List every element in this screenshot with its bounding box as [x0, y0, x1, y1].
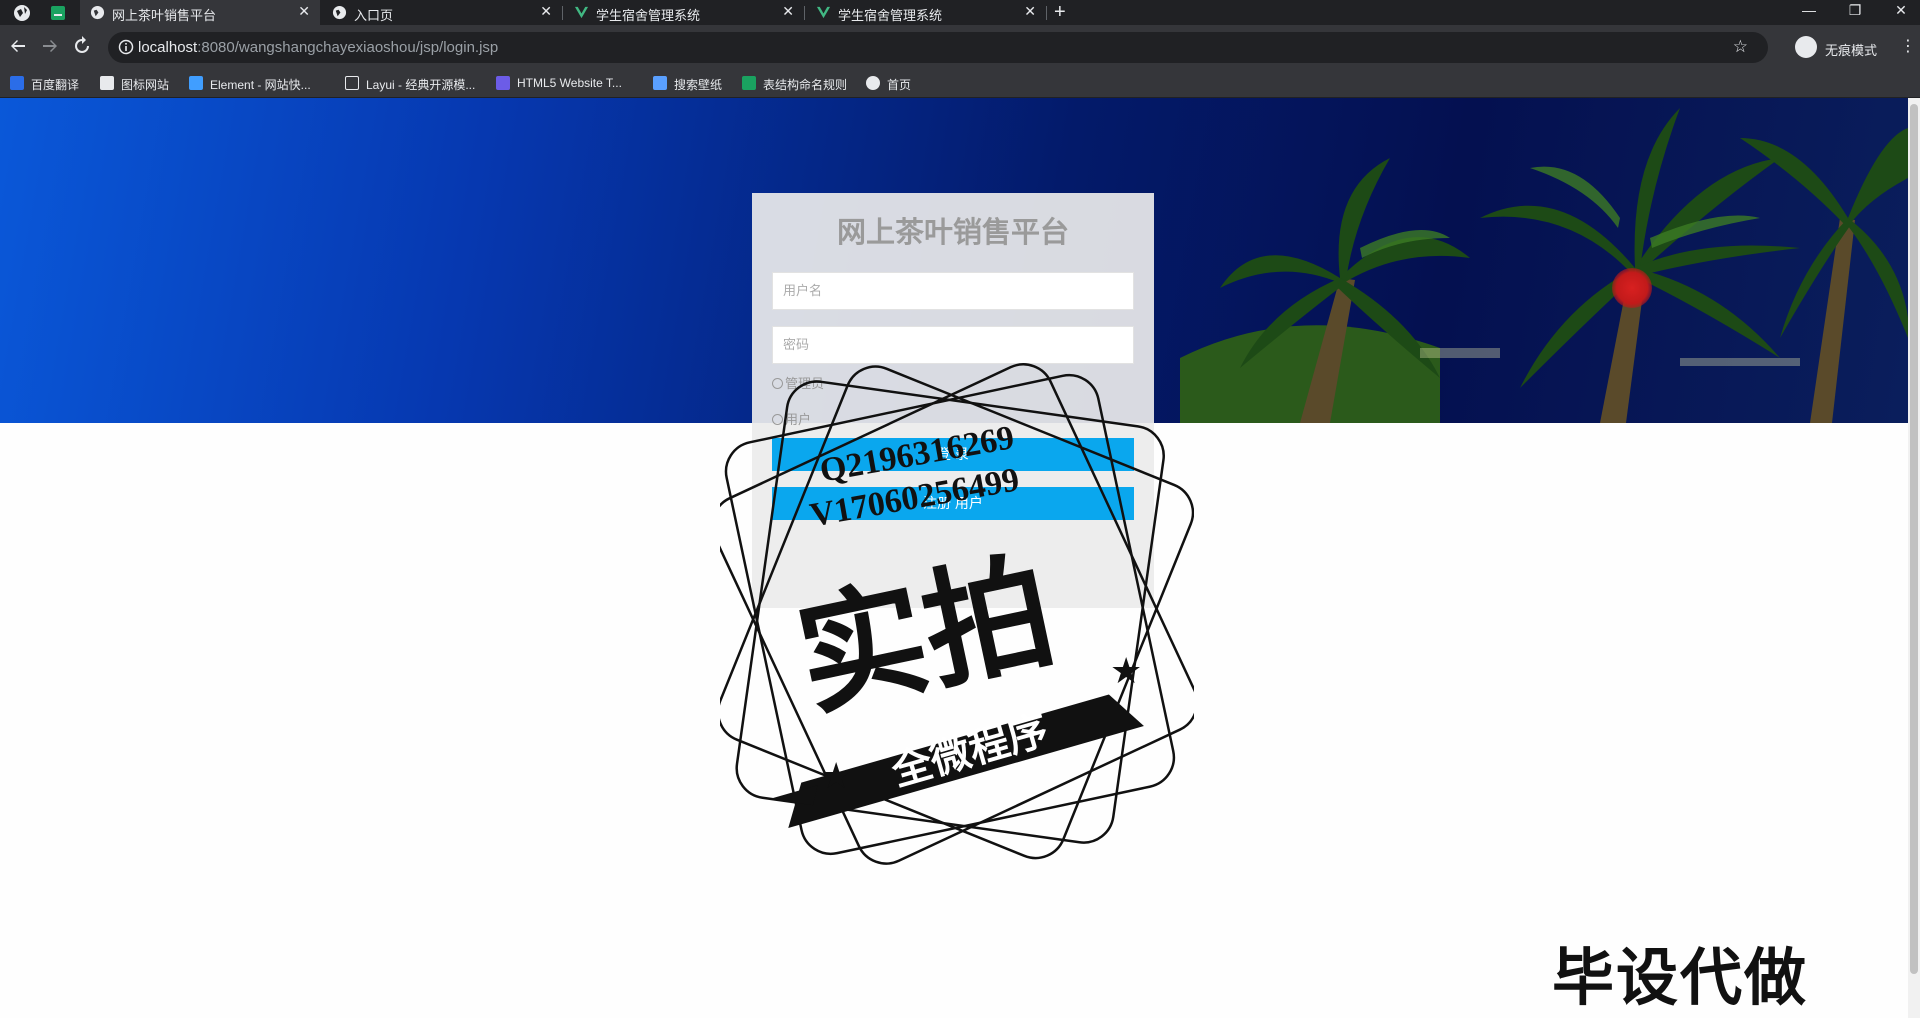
url-text: localhost:8080/wangshangchayexiaoshou/js…	[138, 39, 498, 56]
tab-label: 入口页	[354, 8, 394, 23]
tab-entry-page[interactable]: 入口页 ✕	[322, 0, 563, 25]
mouse-cursor-highlight	[1612, 268, 1652, 308]
tab-label: 学生宿舍管理系统	[838, 8, 943, 23]
incognito-icon	[1795, 36, 1817, 58]
restore-icon[interactable]: ❐	[1832, 0, 1878, 25]
forward-arrow-icon[interactable]	[39, 35, 61, 57]
new-tab-button[interactable]: +	[1054, 0, 1066, 24]
info-icon[interactable]	[118, 39, 134, 55]
globe-icon[interactable]	[12, 3, 32, 23]
watermark-big-text: 实拍	[785, 536, 1066, 735]
star-icon: ★	[820, 755, 852, 796]
vue-logo-icon	[816, 6, 831, 19]
reload-icon[interactable]	[71, 35, 93, 57]
tab-separator	[1046, 6, 1047, 20]
close-icon[interactable]: ✕	[540, 3, 552, 20]
tab-strip: 网上茶叶销售平台 ✕ 入口页 ✕ 学生宿舍管理系统 ✕ 学生宿舍管理系统 ✕ +…	[0, 0, 1920, 25]
watermark-stamp: Q2196316269 V17060256499 实拍 全微程序 ★ ★	[720, 363, 1194, 865]
bookmark-label: 百度翻译	[31, 78, 80, 92]
palm-tree-image	[1180, 108, 1908, 423]
bookmark-label: 首页	[887, 78, 912, 92]
bookmark-label: Element - 网站快...	[210, 78, 311, 92]
tab-dorm-system-1[interactable]: 学生宿舍管理系统 ✕	[564, 0, 805, 25]
globe-icon	[866, 76, 880, 90]
bookmark-label: 图标网站	[121, 78, 170, 92]
close-icon[interactable]: ✕	[1024, 3, 1036, 20]
bookmark-label: 表结构命名规则	[763, 78, 848, 92]
watermark-corner-text: 毕设代做	[1552, 944, 1809, 1013]
bookmark-label: Layui - 经典开源模...	[366, 78, 476, 92]
username-input[interactable]: 用户名	[772, 272, 1134, 310]
scrollbar-thumb[interactable]	[1910, 104, 1918, 974]
navigation-bar: localhost:8080/wangshangchayexiaoshou/js…	[0, 25, 1920, 69]
flag-icon	[100, 76, 114, 90]
sheet-icon	[742, 76, 756, 90]
pinned-tab-icon[interactable]	[48, 3, 68, 23]
bookmarks-bar: 百度翻译 图标网站 Element - 网站快... Layui - 经典开源模…	[0, 69, 1920, 98]
bookmark-label: 搜索壁纸	[674, 78, 723, 92]
page-content: 网上茶叶销售平台 用户名 密码 管理员 用户 登 录 注册 用户 Q219631…	[0, 98, 1908, 1018]
html5-icon	[496, 76, 510, 90]
menu-kebab-icon[interactable]: ⋮	[1900, 36, 1916, 56]
wallpaper-icon	[653, 76, 667, 90]
translate-icon	[10, 76, 24, 90]
tab-separator	[562, 6, 563, 20]
close-icon[interactable]: ✕	[782, 3, 794, 20]
tab-label: 学生宿舍管理系统	[596, 8, 701, 23]
vue-logo-icon	[574, 6, 589, 19]
element-logo-icon	[189, 76, 203, 90]
tab-separator	[804, 6, 805, 20]
star-icon: ★	[1110, 650, 1142, 691]
layui-logo-icon	[345, 76, 359, 90]
minimize-icon[interactable]: —	[1786, 0, 1832, 25]
tab-label: 网上茶叶销售平台	[112, 8, 217, 23]
globe-icon	[332, 5, 347, 20]
url-host: localhost	[138, 39, 198, 56]
url-path: :8080/wangshangchayexiaoshou/jsp/login.j…	[197, 39, 499, 56]
tab-dorm-system-2[interactable]: 学生宿舍管理系统 ✕	[806, 0, 1047, 25]
incognito-label: 无痕模式	[1825, 43, 1878, 58]
close-window-icon[interactable]: ✕	[1878, 0, 1920, 25]
close-icon[interactable]: ✕	[298, 3, 310, 20]
globe-icon	[90, 5, 105, 20]
back-arrow-icon[interactable]	[7, 35, 29, 57]
login-title: 网上茶叶销售平台	[836, 217, 1069, 249]
bookmark-star-icon[interactable]: ☆	[1733, 37, 1748, 57]
page-scrollbar[interactable]	[1908, 98, 1920, 1018]
bookmark-label: HTML5 Website T...	[517, 76, 622, 90]
watermark-ribbon-text: 全微程序	[886, 707, 1053, 796]
address-bar[interactable]: localhost:8080/wangshangchayexiaoshou/js…	[108, 32, 1768, 63]
tab-tea-platform[interactable]: 网上茶叶销售平台 ✕	[80, 0, 320, 25]
